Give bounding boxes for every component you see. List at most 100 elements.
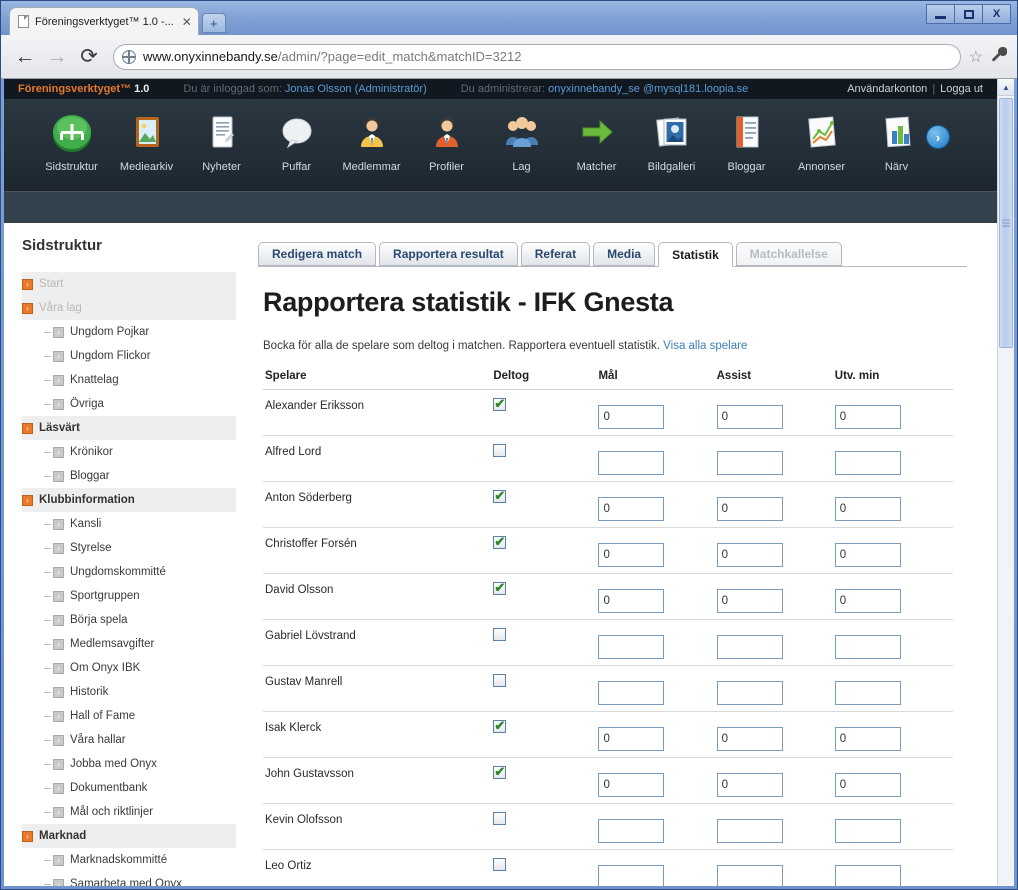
expander-icon[interactable]: › — [53, 470, 64, 482]
back-icon[interactable]: ← — [11, 43, 39, 71]
participated-checkbox[interactable] — [493, 395, 507, 412]
sidebar-item-ungdom-flickor[interactable]: › Ungdom Flickor — [22, 344, 236, 368]
address-bar[interactable]: www.onyxinnebandy.se/admin/?page=edit_ma… — [113, 43, 961, 70]
tab-statistik[interactable]: Statistik — [658, 242, 733, 267]
goals-input[interactable] — [598, 451, 665, 475]
penalty-minutes-input[interactable] — [834, 727, 901, 751]
browser-tab[interactable]: Föreningsverktyget™ 1.0 -... ✕ — [9, 7, 199, 35]
nav-item-bloggar[interactable]: Bloggar — [709, 107, 784, 173]
assists-input[interactable] — [716, 543, 783, 567]
assists-input[interactable] — [716, 727, 783, 751]
tab-media[interactable]: Media — [593, 242, 656, 266]
sidebar-item-kr-nikor[interactable]: › Krönikor — [22, 440, 236, 464]
participated-checkbox[interactable] — [493, 628, 507, 641]
goals-input[interactable] — [598, 865, 665, 886]
assists-input[interactable] — [716, 635, 783, 659]
assists-input[interactable] — [716, 451, 783, 475]
nav-item-puffar[interactable]: Puffar — [259, 107, 334, 173]
scroll-up-arrow-icon[interactable]: ▲ — [998, 79, 1014, 96]
sidebar-item-kansli[interactable]: › Kansli — [22, 512, 236, 536]
nav-item-profiler[interactable]: Profiler — [409, 107, 484, 173]
nav-item-narvaro[interactable]: Närv — [859, 107, 934, 173]
penalty-minutes-input[interactable] — [834, 543, 901, 567]
expander-icon[interactable]: › — [53, 806, 64, 818]
assists-input[interactable] — [716, 681, 783, 705]
nav-item-lag[interactable]: Lag — [484, 107, 559, 173]
new-tab-button[interactable]: + — [201, 13, 226, 33]
sidebar-item-samarbeta-med-onyx[interactable]: › Samarbeta med Onyx — [22, 872, 236, 886]
scrollbar-thumb[interactable] — [999, 98, 1013, 348]
tab-redigera-match[interactable]: Redigera match — [258, 242, 377, 266]
page-scrollbar[interactable]: ▲ — [997, 79, 1014, 886]
expander-icon[interactable]: › — [53, 350, 64, 362]
goals-input[interactable] — [598, 635, 665, 659]
goals-input[interactable] — [598, 543, 665, 567]
nav-item-nyheter[interactable]: Nyheter — [184, 107, 259, 173]
assists-input[interactable] — [716, 819, 783, 843]
penalty-minutes-input[interactable] — [834, 865, 901, 886]
sidebar-item-klubbinformation[interactable]: › Klubbinformation — [22, 488, 236, 512]
sidebar-item-styrelse[interactable]: › Styrelse — [22, 536, 236, 560]
user-accounts-link[interactable]: Användarkonton — [847, 83, 927, 95]
expander-icon[interactable]: › — [22, 422, 33, 434]
goals-input[interactable] — [598, 589, 665, 613]
tab-referat[interactable]: Referat — [520, 242, 591, 266]
close-button[interactable]: X — [982, 4, 1011, 24]
bookmark-star-icon[interactable]: ☆ — [969, 47, 983, 67]
expander-icon[interactable]: › — [53, 374, 64, 386]
assists-input[interactable] — [716, 589, 783, 613]
participated-checkbox[interactable] — [493, 579, 507, 596]
penalty-minutes-input[interactable] — [834, 635, 901, 659]
logout-link[interactable]: Logga ut — [940, 83, 983, 95]
penalty-minutes-input[interactable] — [834, 497, 901, 521]
sidebar-item-sportgruppen[interactable]: › Sportgruppen — [22, 584, 236, 608]
assists-input[interactable] — [716, 497, 783, 521]
assists-input[interactable] — [716, 405, 783, 429]
goals-input[interactable] — [598, 405, 665, 429]
sidebar-item-marknadskommitt[interactable]: › Marknadskommitté — [22, 848, 236, 872]
sidebar-item-ungdom-pojkar[interactable]: › Ungdom Pojkar — [22, 320, 236, 344]
expander-icon[interactable]: › — [53, 782, 64, 794]
expander-icon[interactable]: › — [22, 494, 33, 506]
penalty-minutes-input[interactable] — [834, 405, 901, 429]
expander-icon[interactable]: › — [53, 686, 64, 698]
nav-more-arrow-icon[interactable]: › — [926, 125, 950, 149]
expander-icon[interactable]: › — [53, 590, 64, 602]
expander-icon[interactable]: › — [53, 566, 64, 578]
minimize-button[interactable] — [926, 4, 955, 24]
penalty-minutes-input[interactable] — [834, 773, 901, 797]
goals-input[interactable] — [598, 497, 665, 521]
goals-input[interactable] — [598, 727, 665, 751]
expander-icon[interactable]: › — [53, 854, 64, 866]
show-all-players-link[interactable]: Visa alla spelare — [663, 340, 747, 352]
sidebar-item-bloggar[interactable]: › Bloggar — [22, 464, 236, 488]
participated-checkbox[interactable] — [493, 812, 507, 825]
sidebar-item-ungdomskommitt[interactable]: › Ungdomskommitté — [22, 560, 236, 584]
nav-item-sidstruktur[interactable]: Sidstruktur — [34, 107, 109, 173]
expander-icon[interactable]: › — [22, 302, 33, 314]
participated-checkbox[interactable] — [493, 674, 507, 687]
participated-checkbox[interactable] — [493, 533, 507, 550]
sidebar-item-l-sv-rt[interactable]: › Läsvärt — [22, 416, 236, 440]
expander-icon[interactable]: › — [22, 278, 33, 290]
penalty-minutes-input[interactable] — [834, 681, 901, 705]
nav-item-bildgalleri[interactable]: Bildgalleri — [634, 107, 709, 173]
sidebar-item-om-onyx-ibk[interactable]: › Om Onyx IBK — [22, 656, 236, 680]
assists-input[interactable] — [716, 773, 783, 797]
expander-icon[interactable]: › — [53, 542, 64, 554]
sidebar-item-v-ra-hallar[interactable]: › Våra hallar — [22, 728, 236, 752]
expander-icon[interactable]: › — [53, 758, 64, 770]
sidebar-item-medlemsavgifter[interactable]: › Medlemsavgifter — [22, 632, 236, 656]
sidebar-item-marknad[interactable]: › Marknad — [22, 824, 236, 848]
wrench-menu-icon[interactable] — [991, 46, 1008, 67]
goals-input[interactable] — [598, 681, 665, 705]
expander-icon[interactable]: › — [53, 734, 64, 746]
sidebar-item-m-l-och-riktlinjer[interactable]: › Mål och riktlinjer — [22, 800, 236, 824]
expander-icon[interactable]: › — [53, 878, 64, 886]
expander-icon[interactable]: › — [53, 398, 64, 410]
forward-icon[interactable]: → — [43, 43, 71, 71]
participated-checkbox[interactable] — [493, 858, 507, 871]
sidebar-item-vriga[interactable]: › Övriga — [22, 392, 236, 416]
reload-icon[interactable]: ⟳ — [75, 43, 103, 71]
nav-item-annonser[interactable]: Annonser — [784, 107, 859, 173]
